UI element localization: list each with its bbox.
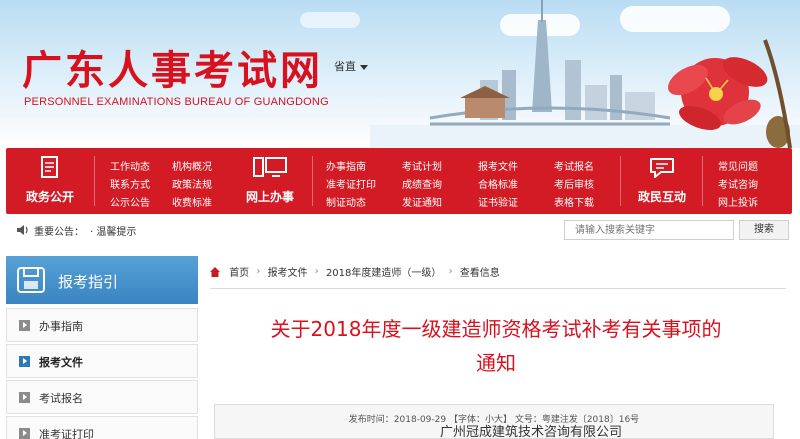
breadcrumb-separator: › [314, 266, 319, 277]
breadcrumb-link[interactable]: 报考文件 [268, 264, 308, 279]
sidebar-item-registration[interactable]: 考试报名 [6, 380, 198, 414]
nav-link[interactable]: 报考文件 [478, 158, 518, 173]
notice-bar: 重要公告： · 温馨提示 搜索 [6, 218, 792, 242]
city-skyline-illustration [370, 0, 800, 148]
sidebar-item-admission-ticket[interactable]: 准考证打印 [6, 416, 198, 439]
article-title-line: 关于2018年度一级建造师资格考试补考有关事项的 [270, 317, 722, 341]
notice-label: 重要公告： [34, 227, 84, 238]
site-subtitle: PERSONNEL EXAMINATIONS BUREAU OF GUANGDO… [24, 96, 329, 108]
arrow-right-icon [19, 320, 30, 331]
nav-divider [620, 156, 621, 206]
watermark-text: 广州冠成建筑技术咨询有限公司 [440, 425, 623, 439]
breadcrumb-separator: › [256, 266, 261, 277]
arrow-right-icon [19, 428, 30, 439]
main-nav: 政务公开 工作动态 机构概况 联系方式 政策法规 公示公告 收费标准 网上办事 … [6, 148, 792, 214]
province-select[interactable]: 省直 [334, 58, 368, 74]
breadcrumb-home[interactable]: 首页 [229, 264, 249, 279]
nav-online-service[interactable]: 网上办事 [240, 156, 300, 205]
nav-link[interactable]: 网上投诉 [718, 194, 758, 209]
sidebar-header: 报考指引 [6, 256, 198, 304]
nav-link[interactable]: 机构概况 [172, 158, 212, 173]
sidebar: 报考指引 办事指南 报考文件 考试报名 准考证打印 [6, 256, 198, 439]
nav-link[interactable]: 收费标准 [172, 194, 212, 209]
article-title: 关于2018年度一级建造师资格考试补考有关事项的 通知 [216, 312, 776, 380]
speaker-icon [17, 225, 28, 235]
breadcrumb: 首页 › 报考文件 › 2018年度建造师（一级） › 查看信息 [210, 264, 786, 284]
search-input[interactable] [564, 220, 734, 240]
nav-link[interactable]: 合格标准 [478, 176, 518, 191]
nav-divider [312, 156, 313, 206]
nav-gov-affairs[interactable]: 政务公开 [20, 156, 80, 205]
nav-link[interactable]: 表格下载 [554, 194, 594, 209]
nav-link[interactable]: 发证通知 [402, 194, 442, 209]
nav-link[interactable]: 证书验证 [478, 194, 518, 209]
nav-link[interactable]: 联系方式 [110, 176, 150, 191]
nav-link[interactable]: 考后审核 [554, 176, 594, 191]
breadcrumb-divider [210, 288, 786, 289]
breadcrumb-current: 查看信息 [459, 268, 500, 279]
nav-link[interactable]: 考试咨询 [718, 176, 758, 191]
notice-link[interactable]: · 温馨提示 [90, 223, 136, 238]
arrow-right-icon [19, 392, 30, 403]
sidebar-item-label: 考试报名 [39, 392, 83, 405]
nav-link[interactable]: 准考证打印 [326, 176, 376, 191]
nav-gov-affairs-label: 政务公开 [25, 190, 74, 204]
sidebar-item-label: 准考证打印 [39, 428, 94, 439]
site-banner: 广东人事考试网 PERSONNEL EXAMINATIONS BUREAU OF… [0, 0, 800, 148]
search-button[interactable]: 搜索 [739, 220, 789, 240]
cloud-decoration [300, 12, 360, 28]
sidebar-item-guide[interactable]: 办事指南 [6, 308, 198, 342]
breadcrumb-link[interactable]: 2018年度建造师（一级） [326, 264, 441, 279]
breadcrumb-separator: › [448, 266, 453, 277]
nav-link[interactable]: 考试报名 [554, 158, 594, 173]
nav-divider [94, 156, 95, 206]
floppy-disk-icon [17, 267, 45, 293]
nav-link[interactable]: 常见问题 [718, 158, 758, 173]
caret-down-icon [360, 64, 368, 70]
site-title: 广东人事考试网 [22, 48, 323, 94]
nav-link[interactable]: 成绩查询 [402, 176, 442, 191]
nav-link[interactable]: 公示公告 [110, 194, 150, 209]
sidebar-item-application-docs[interactable]: 报考文件 [6, 344, 198, 378]
page: 广东人事考试网 PERSONNEL EXAMINATIONS BUREAU OF… [0, 0, 800, 439]
sidebar-item-label: 办事指南 [39, 320, 83, 333]
province-select-value: 省直 [334, 60, 356, 73]
nav-link[interactable]: 政策法规 [172, 176, 212, 191]
nav-link[interactable]: 工作动态 [110, 158, 150, 173]
nav-link[interactable]: 办事指南 [326, 158, 366, 173]
sidebar-title: 报考指引 [58, 273, 119, 291]
article-title-line: 通知 [476, 351, 516, 375]
chat-icon [650, 158, 674, 178]
document-icon [41, 156, 58, 178]
arrow-right-icon [19, 356, 30, 367]
nav-link[interactable]: 考试计划 [402, 158, 442, 173]
computer-icon [253, 157, 287, 177]
home-icon [210, 266, 220, 277]
nav-link[interactable]: 制证动态 [326, 194, 366, 209]
sidebar-item-label: 报考文件 [39, 356, 83, 369]
nav-interaction-label: 政民互动 [637, 190, 686, 204]
nav-interaction[interactable]: 政民互动 [632, 156, 692, 205]
nav-online-service-label: 网上办事 [245, 190, 294, 204]
nav-divider [702, 156, 703, 206]
